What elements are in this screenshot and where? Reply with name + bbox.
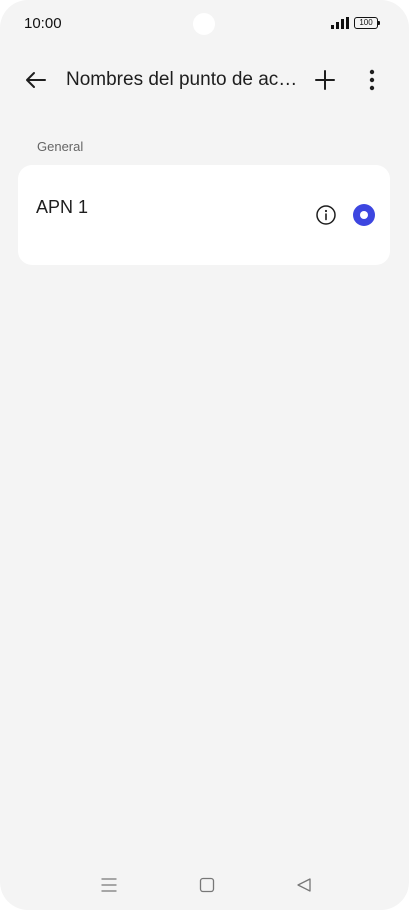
- apn-selected-radio[interactable]: [353, 204, 375, 226]
- add-apn-button[interactable]: [305, 60, 345, 100]
- recent-apps-button[interactable]: [97, 873, 121, 897]
- more-options-button[interactable]: [352, 60, 392, 100]
- plus-icon: [315, 70, 335, 90]
- back-nav-button[interactable]: [292, 873, 316, 897]
- signal-icon: [331, 17, 349, 29]
- info-icon: [316, 205, 336, 225]
- home-button[interactable]: [195, 873, 219, 897]
- back-button[interactable]: [16, 60, 56, 100]
- app-bar: Nombres del punto de acceso: [0, 56, 409, 104]
- more-vertical-icon: [369, 69, 375, 91]
- status-time: 10:00: [24, 15, 62, 32]
- section-label-general: General: [37, 139, 84, 154]
- apn-list-item[interactable]: APN 1: [18, 165, 390, 265]
- status-bar: 10:00 100: [0, 0, 409, 48]
- battery-icon: 100: [354, 17, 380, 29]
- apn-name: APN 1: [36, 197, 89, 217]
- camera-cutout: [193, 13, 215, 35]
- radio-dot: [360, 211, 368, 219]
- arrow-left-icon: [26, 72, 46, 88]
- triangle-back-icon: [297, 878, 311, 892]
- apn-info-button[interactable]: [315, 204, 337, 226]
- square-icon: [199, 877, 215, 893]
- page-title: Nombres del punto de acceso: [66, 69, 298, 90]
- phone-screen: 10:00 100 Nombres del punto de acceso Ge…: [0, 0, 409, 910]
- system-nav-bar: [0, 868, 409, 902]
- menu-icon: [101, 878, 117, 892]
